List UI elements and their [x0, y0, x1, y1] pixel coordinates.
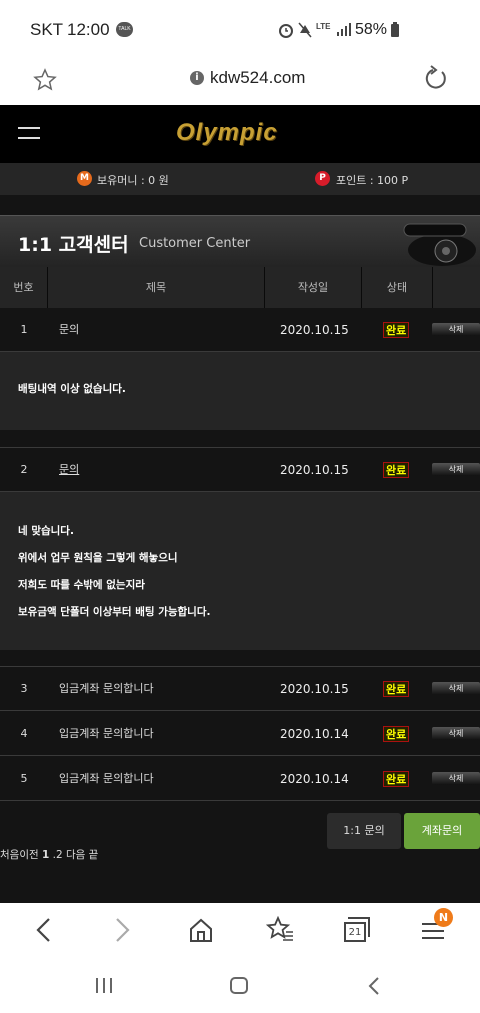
col-subject: 제목: [48, 267, 265, 308]
page-title: 1:1 고객센터: [18, 234, 129, 256]
clock: 12:00: [67, 20, 110, 39]
row-date: 2020.10.14: [280, 727, 349, 741]
answer-panel: 네 맞습니다. 위에서 업무 원칙을 그렇게 해놓으니 저희도 따를 수밖에 없…: [0, 492, 480, 650]
point-label: 포인트 : 100 P: [336, 174, 409, 187]
site-viewport: Olympic M 보유머니 : 0 원 P 포인트 : 100 P 1:1 고…: [0, 105, 480, 903]
page-subtitle: Customer Center: [139, 236, 251, 251]
reload-icon[interactable]: [422, 65, 450, 93]
answer-line: 보유금액 단폴더 이상부터 배팅 가능합니다.: [18, 606, 211, 618]
status-badge: 완료: [383, 681, 410, 697]
table-row[interactable]: 5 입금계좌 문의합니다 2020.10.14 완료 삭제: [0, 757, 480, 801]
answer-panel: 배팅내역 이상 없습니다.: [0, 352, 480, 430]
row-subject[interactable]: 입금계좌 문의합니다: [59, 757, 154, 801]
row-number: 4: [20, 727, 28, 740]
bookmark-star-icon[interactable]: [33, 68, 57, 92]
info-icon[interactable]: i: [190, 71, 204, 85]
status-badge: 완료: [383, 322, 410, 338]
answer-line: 위에서 업무 원칙을 그렇게 해놓으니: [18, 552, 178, 564]
table-row[interactable]: 2 문의 2020.10.15 완료 삭제: [0, 448, 480, 492]
network-label: LTE: [316, 22, 331, 31]
system-navigation: [0, 958, 480, 1013]
pager-next-last[interactable]: 다음 끝: [66, 849, 98, 861]
browser-toolbar: 21 N: [0, 903, 480, 958]
table-row[interactable]: 1 문의 2020.10.15 완료 삭제: [0, 308, 480, 352]
mute-icon: [298, 22, 312, 38]
status-bar: SKT 12:00 TALK LTE 58%: [0, 0, 480, 60]
forward-icon[interactable]: [110, 917, 134, 943]
battery-label: 58%: [355, 21, 388, 38]
row-date: 2020.10.15: [280, 323, 349, 337]
home-icon[interactable]: [188, 917, 214, 943]
answer-line: 네 맞습니다.: [18, 525, 74, 537]
row-number: 1: [20, 323, 28, 336]
address-bar: i kdw524.com: [0, 60, 480, 105]
delete-button[interactable]: 삭제: [432, 323, 480, 336]
site-logo[interactable]: Olympic: [176, 119, 278, 147]
row-subject[interactable]: 입금계좌 문의합니다: [59, 667, 154, 711]
talk-icon: TALK: [116, 22, 133, 37]
col-date: 작성일: [265, 267, 362, 308]
point-icon: P: [315, 171, 330, 186]
money-icon: M: [77, 171, 92, 186]
site-header: Olympic: [0, 105, 480, 163]
account-inquiry-button[interactable]: 계좌문의: [404, 813, 480, 849]
row-number: 3: [20, 682, 28, 695]
table-header: 번호 제목 작성일 상태: [0, 267, 480, 308]
pager-page-1[interactable]: 1: [42, 849, 49, 861]
table-row[interactable]: 3 입금계좌 문의합니다 2020.10.15 완료 삭제: [0, 667, 480, 711]
delete-button[interactable]: 삭제: [432, 772, 480, 785]
back-icon[interactable]: [32, 917, 56, 943]
battery-icon: [391, 22, 399, 37]
row-subject[interactable]: 문의: [59, 308, 79, 352]
delete-button[interactable]: 삭제: [432, 682, 480, 695]
row-subject[interactable]: 입금계좌 문의합니다: [59, 712, 154, 756]
pager-first-prev[interactable]: 처음이전: [0, 849, 39, 861]
account-info-bar: M 보유머니 : 0 원 P 포인트 : 100 P: [0, 163, 480, 195]
home-nav-icon[interactable]: [230, 977, 248, 994]
tabs-button[interactable]: 21: [344, 917, 370, 943]
alarm-icon: [279, 24, 293, 38]
col-delete: [433, 267, 480, 308]
pager-page-2[interactable]: 2: [56, 849, 63, 861]
url-text[interactable]: kdw524.com: [210, 68, 305, 88]
pagination: 처음이전 1 .2 다음 끝: [0, 847, 98, 862]
recents-icon[interactable]: [96, 978, 112, 993]
row-number: 2: [20, 463, 28, 476]
tab-count: 21: [344, 922, 366, 942]
notification-badge: N: [434, 908, 453, 927]
col-no: 번호: [0, 267, 48, 308]
back-nav-icon[interactable]: [367, 976, 381, 996]
row-date: 2020.10.15: [280, 682, 349, 696]
col-status: 상태: [362, 267, 433, 308]
carrier-label: SKT: [30, 20, 64, 39]
status-badge: 완료: [383, 771, 410, 787]
answer-line: 배팅내역 이상 없습니다.: [18, 383, 126, 395]
delete-button[interactable]: 삭제: [432, 463, 480, 476]
signal-icon: [337, 23, 351, 36]
menu-icon[interactable]: [18, 127, 40, 139]
row-date: 2020.10.15: [280, 463, 349, 477]
customer-center-banner: 1:1 고객센터 Customer Center: [0, 215, 480, 267]
row-date: 2020.10.14: [280, 772, 349, 786]
delete-button[interactable]: 삭제: [432, 727, 480, 740]
bookmarks-icon[interactable]: [266, 916, 294, 944]
money-label: 보유머니 : 0 원: [97, 174, 169, 187]
status-badge: 완료: [383, 726, 410, 742]
row-spacer: [0, 650, 480, 667]
row-number: 5: [20, 772, 28, 785]
answer-line: 저희도 따를 수밖에 없는지라: [18, 579, 145, 591]
telephone-icon: [403, 223, 476, 266]
status-badge: 완료: [383, 462, 410, 478]
inquiry-button[interactable]: 1:1 문의: [327, 813, 401, 849]
row-subject[interactable]: 문의: [59, 448, 79, 492]
row-spacer: [0, 430, 480, 448]
table-row[interactable]: 4 입금계좌 문의합니다 2020.10.14 완료 삭제: [0, 712, 480, 756]
